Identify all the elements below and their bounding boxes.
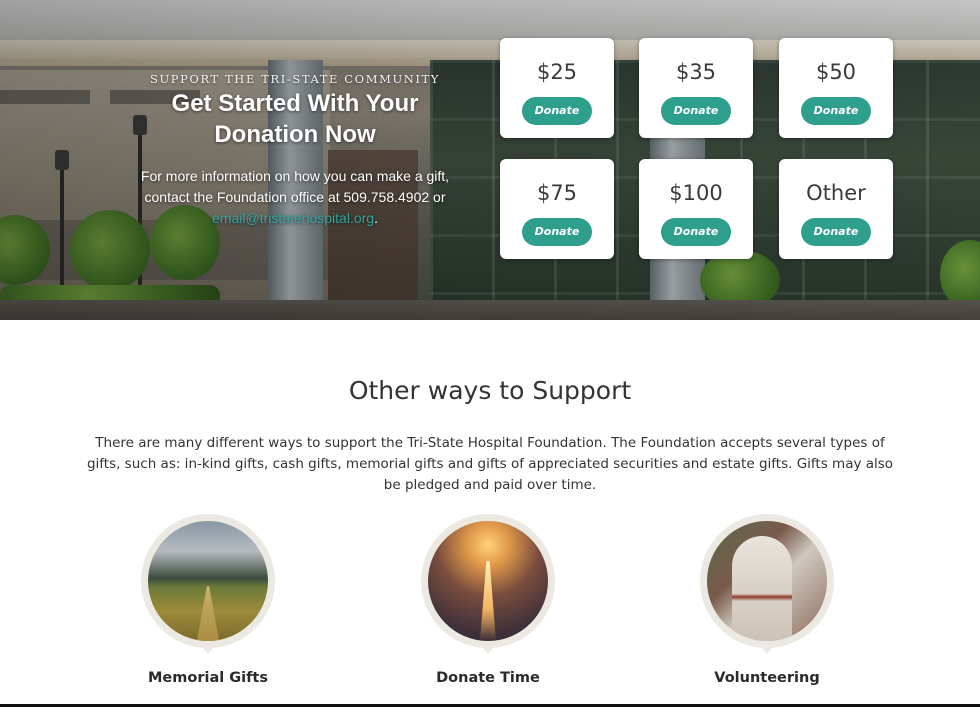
hero-banner: SUPPORT THE TRI-STATE COMMUNITY Get Star… xyxy=(0,0,980,320)
donate-button-50[interactable]: Donate xyxy=(801,97,871,125)
field-photo-icon xyxy=(148,521,268,641)
donation-amount: $35 xyxy=(675,60,717,84)
map-pin-frame[interactable] xyxy=(421,514,555,654)
email-suffix: . xyxy=(374,210,378,226)
hero-text-block: SUPPORT THE TRI-STATE COMMUNITY Get Star… xyxy=(110,72,450,229)
donate-button-100[interactable]: Donate xyxy=(661,218,731,246)
donation-card-35: $35 Donate xyxy=(639,38,753,138)
hero-headline-line1: Get Started With Your xyxy=(171,90,419,117)
donation-card-100: $100 Donate xyxy=(639,159,753,259)
way-volunteering[interactable]: Volunteering xyxy=(637,514,897,686)
section-title: Other ways to Support xyxy=(348,376,632,405)
map-pin-frame[interactable] xyxy=(700,514,834,654)
donation-card-75: $75 Donate xyxy=(500,159,614,259)
person-figure xyxy=(732,536,792,641)
section-description: There are many different ways to support… xyxy=(86,435,894,493)
way-memorial-gifts[interactable]: Memorial Gifts xyxy=(78,514,338,686)
donate-button-other[interactable]: Donate xyxy=(801,218,871,246)
road-lights-photo-icon xyxy=(428,521,548,641)
donation-amount: $75 xyxy=(536,181,578,205)
donate-button-75[interactable]: Donate xyxy=(522,218,592,246)
way-title-volunteering[interactable]: Volunteering xyxy=(637,670,897,686)
way-title-donate-time[interactable]: Donate Time xyxy=(358,670,618,686)
donate-button-25[interactable]: Donate xyxy=(522,97,592,125)
hero-eyebrow: SUPPORT THE TRI-STATE COMMUNITY xyxy=(149,72,441,86)
email-link[interactable]: email@tristatehospital.org xyxy=(212,210,374,226)
donation-amount: $25 xyxy=(536,60,578,84)
field-path xyxy=(196,586,220,641)
donation-card-other: Other Donate xyxy=(779,159,893,259)
walking-person-photo-icon xyxy=(707,521,827,641)
hero-headline-line2: Donation Now xyxy=(214,121,376,148)
donation-amount: Other xyxy=(806,181,866,205)
hero-info-text: For more information on how you can make… xyxy=(110,166,450,229)
hero-info-line3: email@tristatehospital.org. xyxy=(140,208,450,229)
donation-card-50: $50 Donate xyxy=(779,38,893,138)
hero-info-line1: For more information on how you can make… xyxy=(140,168,450,184)
donate-button-35[interactable]: Donate xyxy=(661,97,731,125)
map-pin-frame[interactable] xyxy=(141,514,275,654)
way-donate-time[interactable]: Donate Time xyxy=(358,514,618,686)
donation-card-25: $25 Donate xyxy=(500,38,614,138)
hero-headline: Get Started With Your Donation Now xyxy=(140,88,450,150)
way-title-memorial-gifts[interactable]: Memorial Gifts xyxy=(78,670,338,686)
hero-info-line2: contact the Foundation office at 509.758… xyxy=(144,189,446,205)
donation-amount: $50 xyxy=(815,60,857,84)
light-beam xyxy=(480,561,496,641)
donation-amount: $100 xyxy=(669,181,723,205)
